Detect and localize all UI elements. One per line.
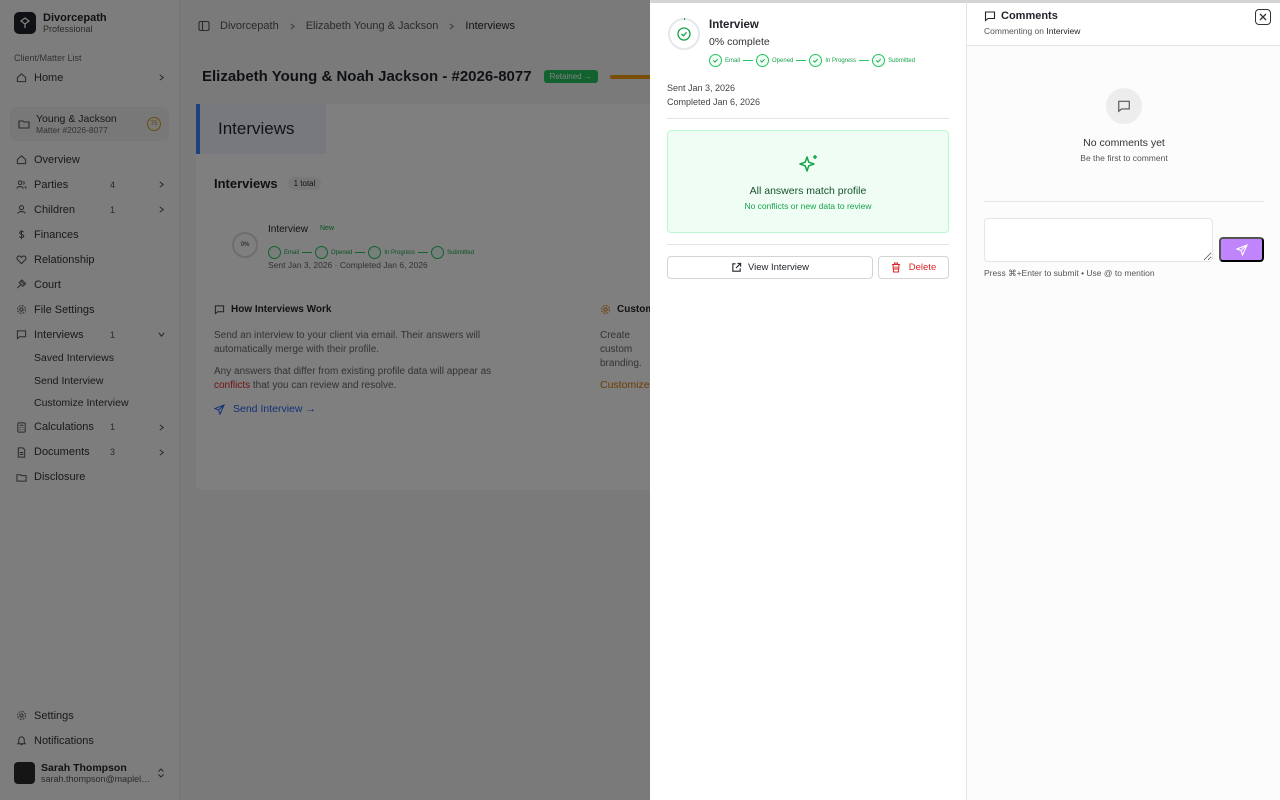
comments-title: Comments	[1001, 10, 1058, 22]
comment-input[interactable]	[984, 218, 1213, 262]
view-interview-label: View Interview	[747, 262, 810, 273]
close-icon	[1259, 13, 1267, 21]
step-connector	[743, 60, 754, 61]
send-icon	[1235, 243, 1248, 256]
check-circle-icon	[809, 54, 823, 67]
detail-header: Interview 0% complete Email Opened In Pr…	[667, 17, 915, 67]
comments-panel: Comments Commenting on Interview No comm…	[966, 0, 1280, 800]
commenting-on-prefix: Commenting on	[984, 26, 1045, 36]
divider	[667, 244, 949, 245]
delete-button[interactable]: Delete	[878, 256, 949, 279]
message-square-icon	[984, 10, 996, 22]
divider	[984, 201, 1264, 202]
detail-title: Interview	[709, 19, 759, 31]
view-interview-button[interactable]: View Interview	[667, 256, 873, 279]
step-opened: Opened	[756, 54, 793, 67]
message-square-icon	[1106, 88, 1142, 124]
empty-state-title: No comments yet	[1083, 137, 1165, 149]
divider	[667, 118, 949, 119]
step-label: Submitted	[888, 57, 916, 64]
step-email: Email	[709, 54, 740, 67]
empty-state-subtitle: Be the first to comment	[1080, 153, 1168, 163]
step-label: Email	[725, 57, 741, 64]
delete-label: Delete	[908, 262, 937, 273]
sparkles-icon	[797, 153, 821, 177]
modal-backdrop[interactable]	[0, 0, 650, 800]
step-in-progress: In Progress	[809, 54, 856, 67]
check-circle-icon	[756, 54, 770, 67]
step-submitted: Submitted	[872, 54, 915, 67]
progress-ring-icon	[667, 17, 701, 51]
detail-dates: Sent Jan 3, 2026 Completed Jan 6, 2026	[667, 81, 760, 109]
check-circle-icon	[709, 54, 722, 67]
commenting-on: Commenting on Interview	[984, 26, 1080, 36]
check-circle-icon	[872, 54, 886, 67]
trash-icon	[891, 262, 901, 273]
step-connector	[796, 60, 807, 61]
send-comment-button[interactable]	[1219, 237, 1264, 262]
commenting-on-target: Interview	[1046, 26, 1081, 36]
match-title: All answers match profile	[749, 185, 867, 197]
close-button[interactable]	[1255, 9, 1271, 25]
comments-header: Comments Commenting on Interview	[967, 3, 1280, 46]
step-label: In Progress	[825, 57, 857, 64]
external-link-icon	[731, 262, 742, 273]
match-status-box: All answers match profile No conflicts o…	[667, 130, 949, 233]
step-label: Opened	[772, 57, 794, 64]
match-subtitle: No conflicts or new data to review	[744, 201, 872, 211]
completed-date: Completed Jan 6, 2026	[667, 97, 761, 107]
comments-title-row: Comments	[984, 10, 1058, 22]
sent-date: Sent Jan 3, 2026	[667, 83, 736, 93]
detail-steps: Email Opened In Progress Submitted	[709, 54, 915, 67]
interview-detail-panel: Interview 0% complete Email Opened In Pr…	[650, 0, 966, 800]
comment-hint: Press ⌘+Enter to submit • Use @ to menti…	[984, 268, 1155, 278]
step-connector	[859, 60, 870, 61]
detail-percent: 0% complete	[709, 36, 770, 48]
